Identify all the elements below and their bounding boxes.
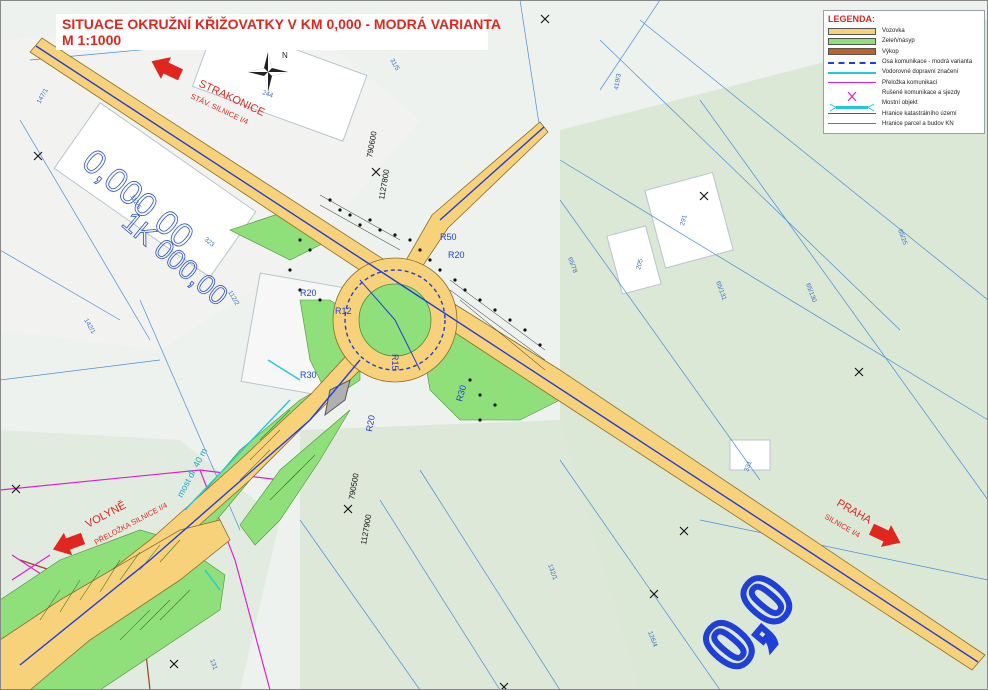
legend-swatch [828,47,876,56]
legend-swatch [828,109,876,118]
legend-item-znaceni: Vodorovné dopravní značení [828,67,980,77]
legend-label: Rušené komunikace a sjezdy [882,89,961,96]
legend-swatch [828,27,876,36]
legend-label: Mostní objekt [882,100,918,107]
radius-label: R20 [448,250,465,260]
radius-label: R15 [390,354,400,371]
svg-text:N: N [282,51,288,60]
legend-label: Přeložka komunikací [882,79,938,86]
radius-label: R12 [335,306,352,316]
legend-swatch [828,78,876,87]
legend-label: Osa komunikace - modrá varianta [882,59,973,66]
legend-swatch [828,37,876,46]
radius-label: R50 [440,232,457,242]
legend-label: Vodorovné dopravní značení [882,69,959,76]
legend-title: LEGENDA: [828,14,875,24]
legend-item-hranice-ku: Hranice katastrálního území [828,108,980,118]
legend-label: Vozovka [882,28,905,35]
legend-item-hranice-kn: Hranice parcel a budov KN [828,119,980,129]
map-scale: M 1:1000 [62,32,122,48]
legend-label: Hranice parcel a budov KN [882,120,954,127]
legend-item-vozovka: Vozovka [828,26,980,36]
legend-swatch [828,58,876,67]
legend-swatch [828,99,876,112]
legend-swatch [828,119,876,128]
radius-label: R20 [300,288,317,298]
map-title: SITUACE OKRUŽNÍ KŘIŽOVATKY V KM 0,000 - … [62,16,501,32]
legend-label: Výkop [882,48,899,55]
map-title-box: SITUACE OKRUŽNÍ KŘIŽOVATKY V KM 0,000 - … [56,14,501,50]
legend-swatch [828,88,876,102]
legend-item-rusene: Rušené komunikace a sjezdy [828,88,980,102]
legend-label: Zeleň/násyp [882,38,915,45]
legend-item-zelen: Zeleň/násyp [828,36,980,46]
legend-label: Hranice katastrálního území [882,110,957,117]
map-sheet: N STRAKONICE STÁV. SILNICE I/4 VOLYNĚ PŘ… [0,0,988,690]
legend-item-prelozka: Přeložka komunikací [828,77,980,87]
legend-swatch [828,68,876,77]
radius-label: R30 [300,370,317,380]
legend-item-most: Mostní objekt [828,98,980,112]
legend-item-osa: Osa komunikace - modrá varianta [828,57,980,67]
legend-panel: LEGENDA: Vozovka Zeleň/násyp Výkop Osa k… [823,10,985,134]
legend-item-vykop: Výkop [828,47,980,57]
